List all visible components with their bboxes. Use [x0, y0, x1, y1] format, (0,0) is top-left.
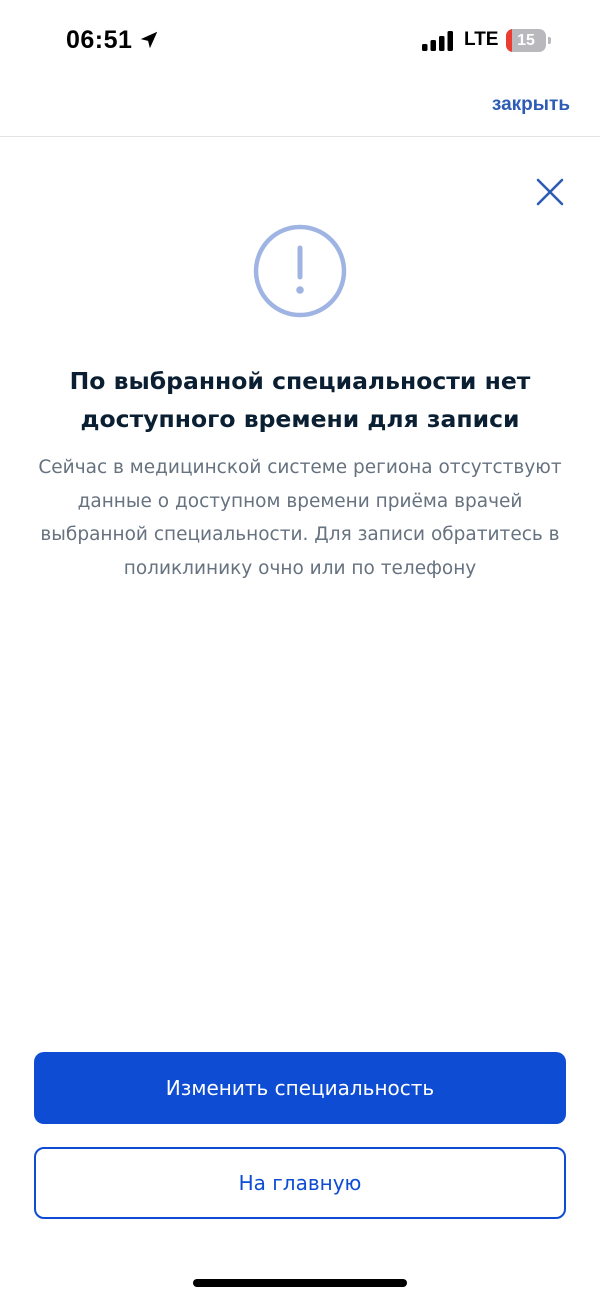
battery-icon: 15: [506, 29, 551, 52]
warning-icon: [253, 224, 347, 318]
top-nav: закрыть: [0, 82, 600, 137]
change-specialty-button[interactable]: Изменить специальность: [34, 1052, 566, 1124]
close-icon[interactable]: [530, 172, 570, 212]
status-time: 06:51: [66, 26, 133, 54]
close-link[interactable]: закрыть: [492, 94, 570, 116]
status-bar: 06:51 LTE 15: [0, 0, 600, 82]
home-button[interactable]: На главную: [34, 1147, 566, 1219]
dialog-description: Сейчас в медицинской системе региона отс…: [38, 457, 562, 579]
network-type: LTE: [464, 29, 499, 50]
location-arrow-icon: [140, 31, 158, 49]
signal-icon: [422, 31, 453, 51]
battery-level: 15: [517, 32, 535, 49]
home-indicator: [193, 1279, 407, 1287]
dialog-title: По выбранной специальности нет доступног…: [69, 367, 531, 433]
